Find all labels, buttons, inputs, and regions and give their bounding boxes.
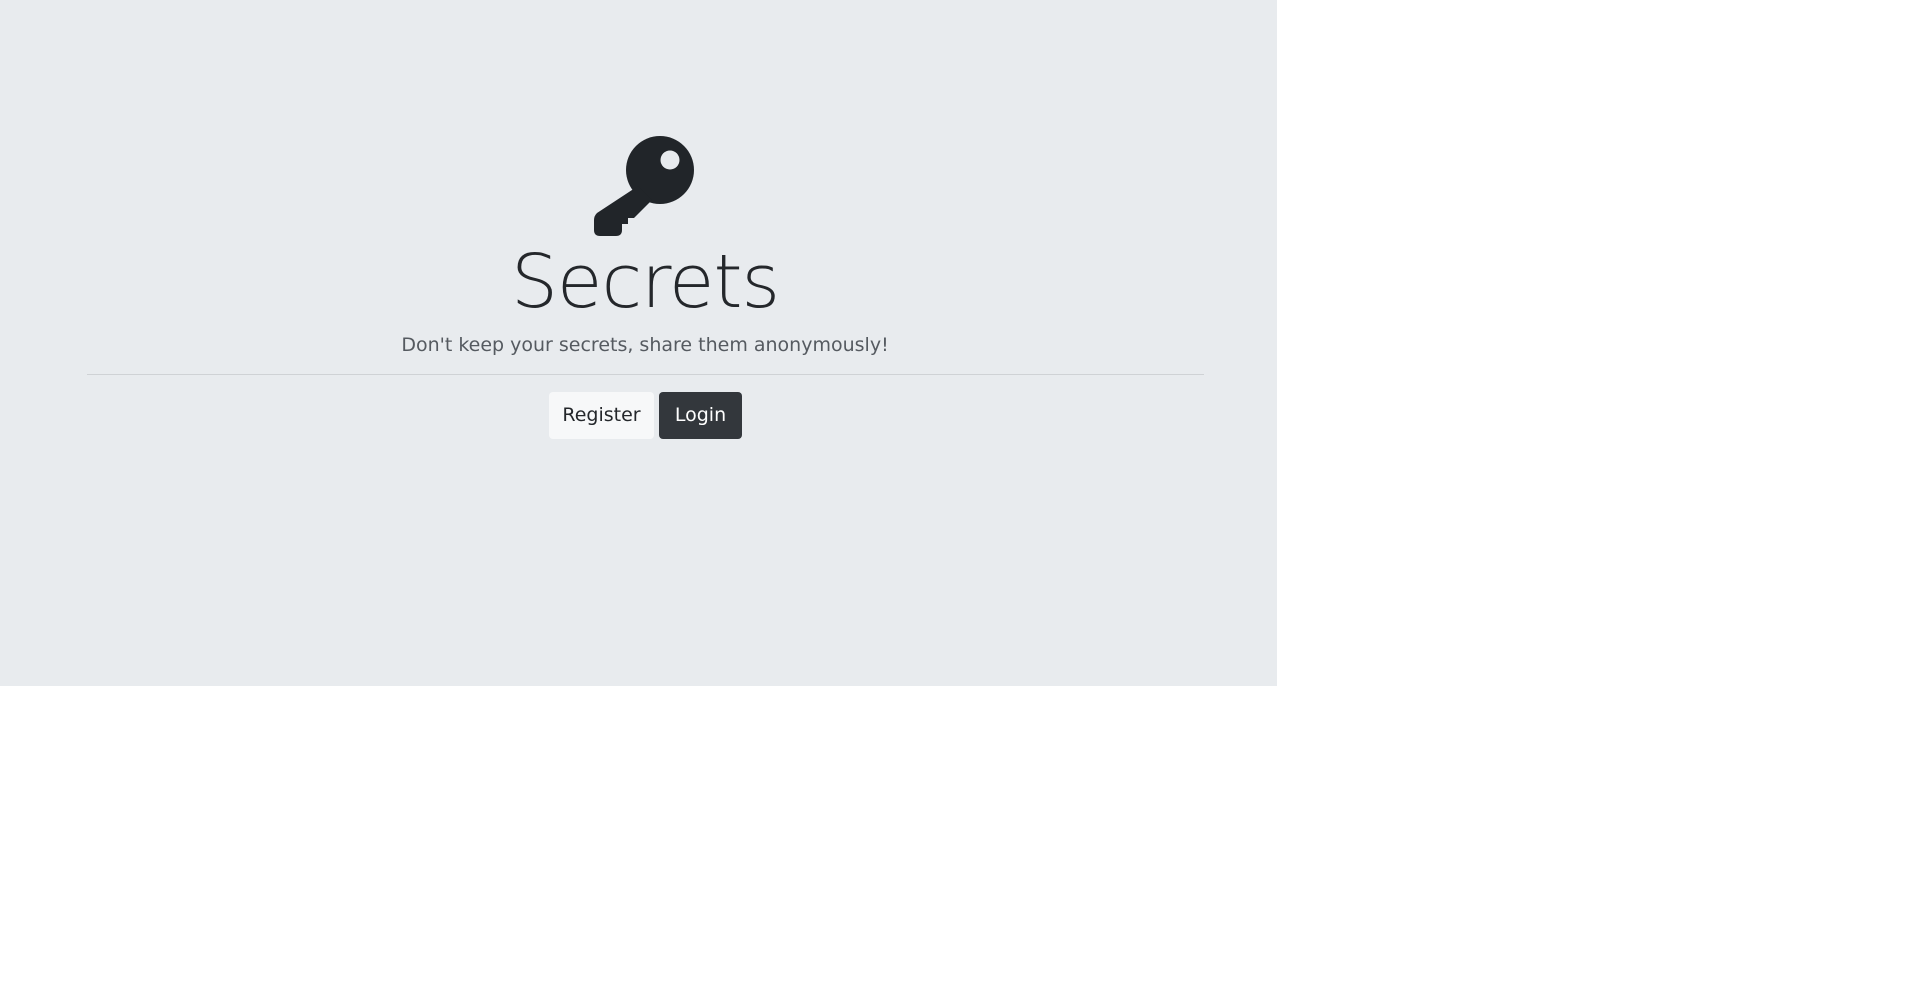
register-button[interactable]: Register xyxy=(549,392,654,439)
page-subtitle: Don't keep your secrets, share them anon… xyxy=(401,334,889,356)
key-icon xyxy=(594,136,694,236)
login-button[interactable]: Login xyxy=(659,392,742,439)
page-title: Secrets xyxy=(510,239,780,325)
jumbotron: Secrets Don't keep your secrets, share t… xyxy=(0,0,1277,686)
divider xyxy=(87,374,1204,375)
